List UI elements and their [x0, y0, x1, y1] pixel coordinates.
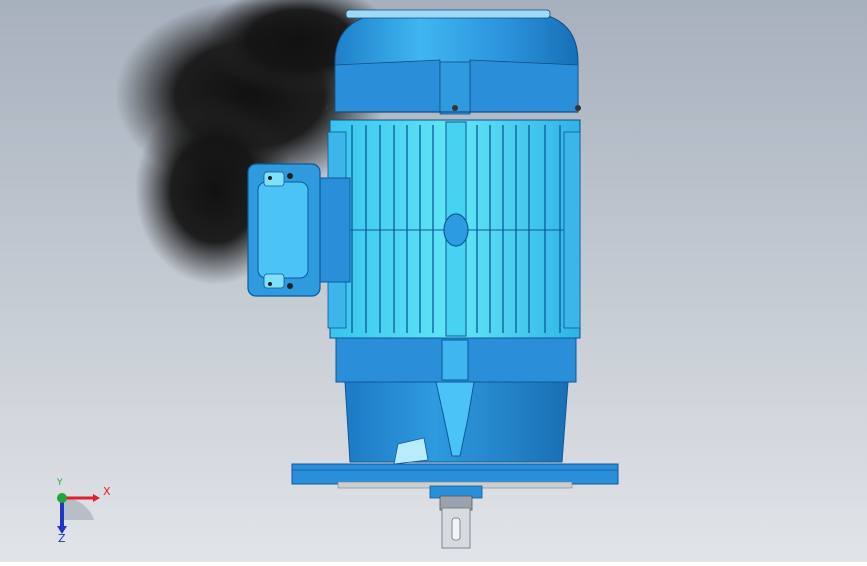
mounting-flange: [291, 463, 619, 485]
graphics-viewport[interactable]: [0, 0, 867, 562]
x-axis-label: X: [103, 485, 111, 498]
terminal-box: [247, 163, 351, 297]
lifting-eye: [443, 213, 469, 247]
axis-triad: X Y Z: [44, 478, 124, 550]
y-axis-label: Y: [57, 478, 63, 488]
z-axis-label: Z: [58, 532, 66, 545]
